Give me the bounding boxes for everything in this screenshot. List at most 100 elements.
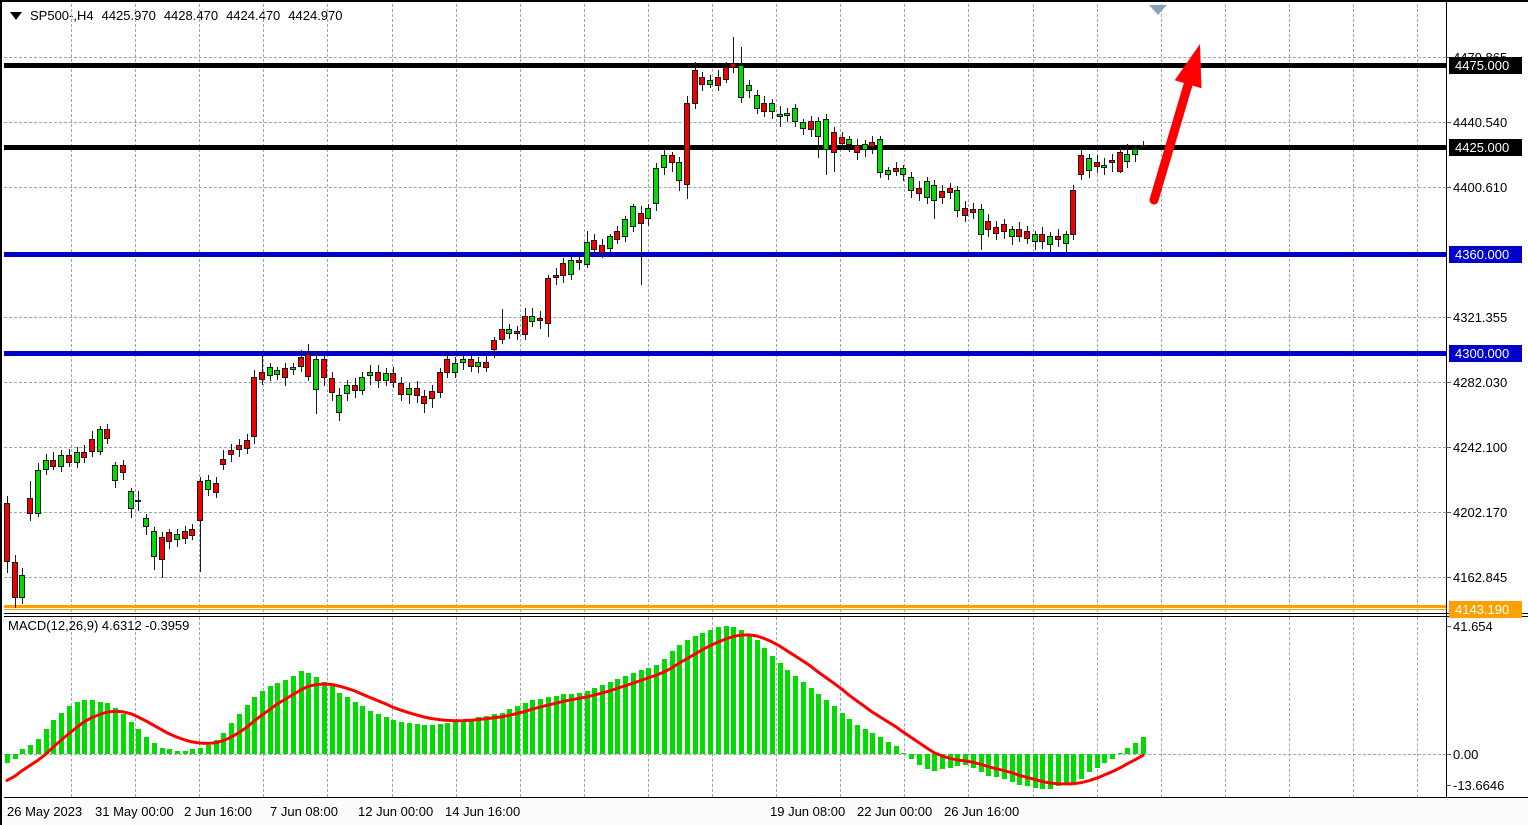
vertical-gridline	[968, 617, 969, 797]
macd-histogram-bar	[909, 754, 914, 759]
macd-histogram-bar	[445, 723, 450, 754]
macd-histogram-bar	[894, 746, 899, 754]
time-tick-label: 22 Jun 00:00	[857, 804, 932, 819]
macd-histogram-bar	[384, 717, 389, 754]
macd-histogram-bar	[500, 713, 505, 755]
price-tick-label: 4321.355	[1453, 310, 1507, 325]
macd-histogram-bar	[1110, 754, 1115, 759]
macd-histogram-bar	[762, 648, 767, 754]
price-tick-mark	[1446, 317, 1451, 318]
time-tick-label: 31 May 00:00	[95, 804, 174, 819]
macd-histogram-bar	[391, 720, 396, 754]
macd-histogram-bar	[129, 722, 134, 754]
macd-histogram-bar	[793, 676, 798, 754]
macd-histogram-bar	[731, 627, 736, 754]
macd-indicator-pane[interactable]	[2, 2, 1528, 825]
vertical-gridline	[1097, 617, 1098, 797]
macd-histogram-bar	[113, 708, 118, 754]
macd-histogram-bar	[167, 749, 172, 754]
macd-histogram-bar	[755, 640, 760, 754]
macd-histogram-bar	[299, 671, 304, 754]
macd-histogram-bar	[283, 680, 288, 754]
price-tick-mark	[1446, 512, 1451, 513]
time-tick-label: 26 Jun 16:00	[944, 804, 1019, 819]
macd-histogram-bar	[268, 686, 273, 754]
macd-histogram-bar	[986, 754, 991, 776]
macd-histogram-bar	[399, 722, 404, 754]
horizontal-gridline	[4, 754, 1446, 755]
vertical-gridline	[456, 617, 457, 797]
macd-histogram-bar	[554, 696, 559, 754]
macd-histogram-bar	[121, 714, 126, 754]
price-line-label: 4300.000	[1449, 345, 1522, 362]
macd-histogram-bar	[739, 630, 744, 755]
macd-histogram-bar	[75, 702, 80, 754]
macd-histogram-bar	[569, 694, 574, 755]
macd-histogram-bar	[82, 700, 87, 754]
macd-histogram-bar	[345, 697, 350, 754]
macd-histogram-bar	[98, 702, 103, 754]
macd-histogram-bar	[979, 754, 984, 772]
macd-histogram-bar	[430, 725, 435, 754]
vertical-gridline	[776, 617, 777, 797]
macd-histogram-bar	[677, 645, 682, 754]
macd-histogram-bar	[654, 665, 659, 754]
macd-histogram-bar	[252, 697, 257, 754]
macd-histogram-bar	[5, 754, 10, 763]
macd-histogram-bar	[175, 751, 180, 754]
macd-histogram-bar	[237, 714, 242, 754]
macd-histogram-bar	[870, 733, 875, 755]
vertical-gridline	[1225, 617, 1226, 797]
time-axis[interactable]: 26 May 202331 May 00:002 Jun 16:007 Jun …	[2, 798, 1528, 825]
macd-histogram-bar	[747, 634, 752, 754]
macd-histogram-bar	[330, 686, 335, 754]
macd-histogram-bar	[1095, 754, 1100, 768]
macd-histogram-bar	[353, 702, 358, 754]
vertical-gridline	[327, 617, 328, 797]
macd-histogram-bar	[229, 723, 234, 754]
macd-histogram-bar	[824, 700, 829, 754]
macd-histogram-bar	[577, 693, 582, 755]
macd-histogram-bar	[1033, 754, 1038, 788]
price-tick-label: 4242.100	[1453, 440, 1507, 455]
macd-label: MACD(12,26,9) 4.6312 -0.3959	[8, 618, 189, 633]
macd-histogram-bar	[415, 724, 420, 754]
price-tick-label: 4440.540	[1453, 115, 1507, 130]
macd-histogram-bar	[785, 670, 790, 755]
macd-histogram-bar	[639, 670, 644, 755]
macd-histogram-bar	[198, 748, 203, 754]
macd-histogram-bar	[291, 676, 296, 754]
macd-histogram-bar	[422, 725, 427, 754]
macd-histogram-bar	[407, 723, 412, 754]
macd-histogram-bar	[515, 706, 520, 754]
vertical-gridline	[135, 617, 136, 797]
macd-tick-mark	[1446, 754, 1451, 755]
macd-histogram-bar	[530, 700, 535, 754]
macd-histogram-bar	[816, 694, 821, 754]
macd-histogram-bar	[940, 754, 945, 769]
macd-histogram-bar	[1025, 754, 1030, 786]
macd-histogram-bar	[801, 682, 806, 754]
macd-histogram-bar	[1133, 743, 1138, 754]
macd-histogram-bar	[1002, 754, 1007, 779]
time-tick-label: 26 May 2023	[7, 804, 82, 819]
time-tick-label: 19 Jun 08:00	[770, 804, 845, 819]
price-tick-mark	[1446, 382, 1451, 383]
macd-histogram-bar	[546, 697, 551, 754]
macd-histogram-bar	[700, 633, 705, 754]
macd-histogram-bar	[105, 703, 110, 754]
macd-histogram-bar	[160, 748, 165, 754]
vertical-gridline	[392, 617, 393, 797]
macd-histogram-bar	[368, 711, 373, 754]
macd-histogram-bar	[608, 682, 613, 754]
macd-histogram-bar	[306, 673, 311, 754]
macd-histogram-bar	[206, 745, 211, 754]
macd-histogram-bar	[36, 739, 41, 754]
macd-histogram-bar	[963, 754, 968, 765]
macd-histogram-bar	[1087, 754, 1092, 772]
macd-histogram-bar	[994, 754, 999, 777]
macd-histogram-bar	[585, 691, 590, 754]
macd-histogram-bar	[724, 626, 729, 754]
macd-histogram-bar	[1056, 754, 1061, 786]
macd-histogram-bar	[538, 699, 543, 754]
